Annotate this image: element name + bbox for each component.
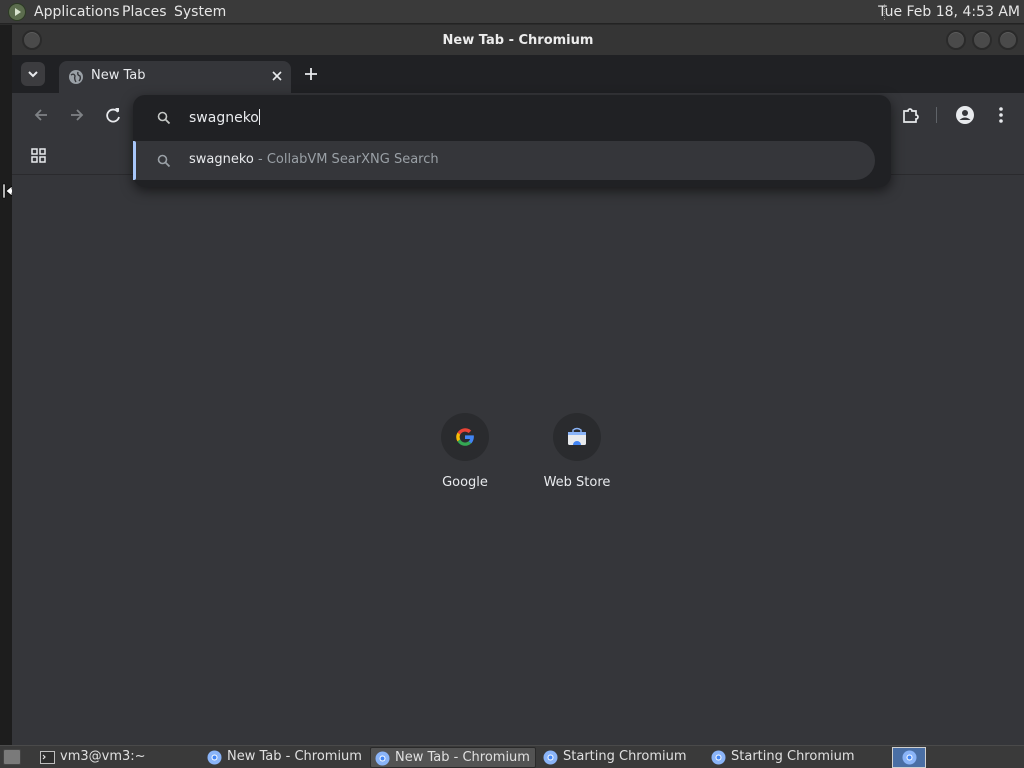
chromium-icon — [711, 750, 726, 765]
chevron-down-icon — [28, 71, 38, 78]
suggestion-text: swagneko - CollabVM SearXNG Search — [189, 152, 439, 167]
tab-new-tab[interactable]: New Tab — [59, 61, 291, 93]
system-menu[interactable]: System — [174, 4, 226, 20]
terminal-icon — [40, 751, 55, 764]
chromium-icon — [207, 750, 222, 765]
web-store-icon — [553, 413, 601, 461]
apps-grid-icon[interactable] — [30, 147, 48, 165]
top-panel: Applications Places System Tue Feb 18, 4… — [0, 0, 1024, 24]
applications-menu[interactable]: Applications — [34, 4, 120, 20]
taskbar-item-label: vm3@vm3:~ — [60, 749, 146, 764]
google-icon — [441, 413, 489, 461]
places-menu[interactable]: Places — [122, 4, 167, 20]
address-input-value: swagneko — [189, 110, 259, 126]
suggestion-description: - CollabVM SearXNG Search — [253, 152, 439, 167]
search-icon — [157, 154, 171, 168]
new-tab-page: Google Web Store — [12, 175, 1024, 745]
extensions-icon[interactable] — [900, 104, 922, 126]
taskbar-item-starting-2[interactable]: Starting Chromium — [707, 747, 887, 768]
toolbar-divider — [936, 107, 937, 123]
workspace-switcher[interactable] — [892, 747, 926, 768]
taskbar-item-chromium-1[interactable]: New Tab - Chromium — [203, 747, 365, 768]
new-tab-button[interactable] — [301, 64, 321, 84]
taskbar-item-chromium-2[interactable]: New Tab - Chromium — [370, 747, 536, 768]
search-icon — [157, 111, 171, 125]
suggestion-query: swagneko — [189, 152, 254, 167]
chromium-icon — [375, 751, 390, 766]
close-tab-icon[interactable] — [267, 66, 287, 86]
more-menu-icon[interactable] — [990, 104, 1012, 126]
back-button[interactable] — [30, 104, 52, 126]
chromium-icon — [902, 750, 917, 765]
globe-icon — [69, 70, 83, 84]
clock[interactable]: Tue Feb 18, 4:53 AM — [878, 4, 1020, 20]
selection-indicator — [133, 141, 136, 180]
reload-button[interactable] — [102, 104, 124, 126]
shortcut-google[interactable]: Google — [409, 413, 521, 490]
taskbar-item-label: New Tab - Chromium — [395, 750, 530, 765]
address-bar[interactable]: swagneko — [133, 95, 891, 139]
close-window-button[interactable] — [998, 30, 1018, 50]
profile-icon[interactable] — [954, 104, 976, 126]
omnibox-suggestion[interactable]: swagneko - CollabVM SearXNG Search — [133, 141, 875, 180]
window-titlebar[interactable]: New Tab - Chromium — [12, 25, 1024, 55]
tab-search-button[interactable] — [21, 62, 45, 86]
taskbar-item-starting-1[interactable]: Starting Chromium — [539, 747, 703, 768]
distro-logo-icon[interactable] — [8, 3, 26, 21]
minimize-button[interactable] — [946, 30, 966, 50]
bottom-taskbar: vm3@vm3:~ New Tab - Chromium New Tab - C… — [0, 745, 1024, 768]
taskbar-item-terminal[interactable]: vm3@vm3:~ — [36, 747, 196, 768]
shortcut-label: Web Store — [543, 475, 611, 490]
shortcut-label: Google — [442, 475, 488, 490]
text-caret — [258, 109, 260, 125]
show-desktop-button[interactable] — [3, 749, 21, 765]
maximize-button[interactable] — [972, 30, 992, 50]
desktop-edge — [0, 25, 12, 745]
window-title: New Tab - Chromium — [442, 33, 594, 48]
shortcut-web-store[interactable]: Web Store — [521, 413, 633, 490]
tab-strip: New Tab — [12, 55, 1024, 93]
taskbar-item-label: New Tab - Chromium — [227, 749, 362, 764]
forward-button[interactable] — [66, 104, 88, 126]
chromium-icon — [543, 750, 558, 765]
address-input[interactable]: swagneko — [189, 109, 260, 126]
taskbar-item-label: Starting Chromium — [731, 749, 855, 764]
omnibox-popup: swagneko swagneko - CollabVM SearXNG Sea… — [133, 95, 891, 187]
taskbar-item-label: Starting Chromium — [563, 749, 687, 764]
tab-title: New Tab — [91, 68, 146, 83]
